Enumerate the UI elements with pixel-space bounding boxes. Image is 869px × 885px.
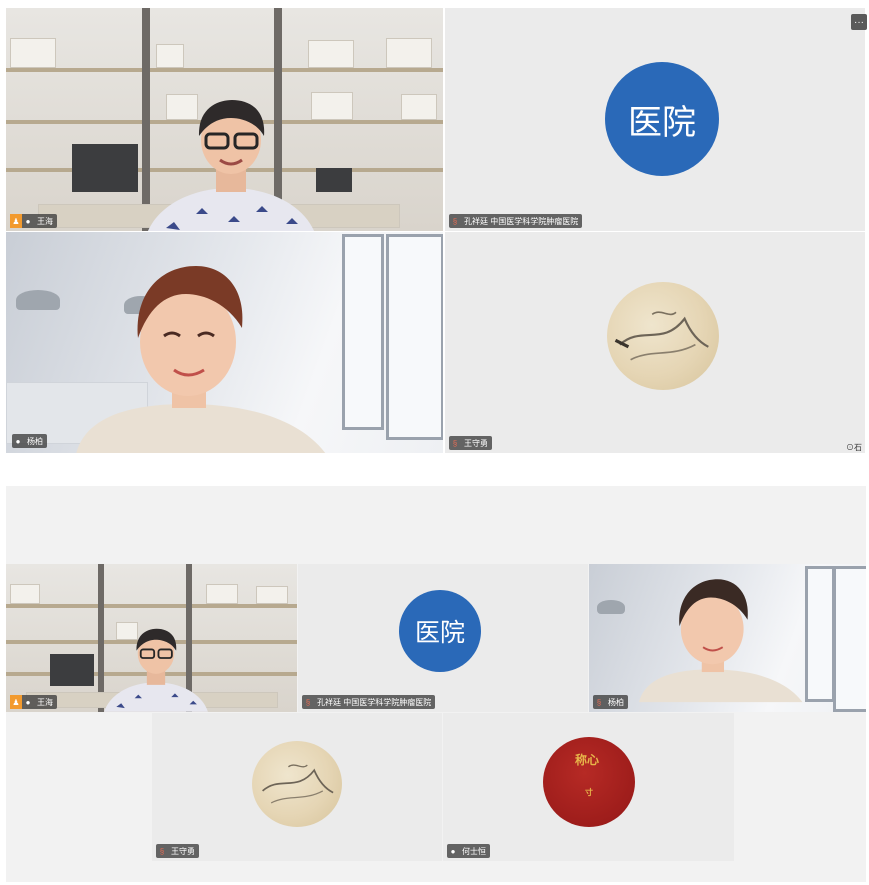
avatar-painting xyxy=(607,282,719,390)
video-tile-hospital[interactable]: 医院 § 孔祥廷 中国医学科学院肿瘤医院 xyxy=(298,564,588,712)
more-options-icon[interactable]: ··· xyxy=(851,14,867,30)
video-tile-wang-shouyong[interactable]: § 王守勇 xyxy=(445,232,865,453)
person-video xyxy=(76,266,326,453)
person-video xyxy=(148,100,314,231)
participant-name-tag: § 孔祥廷 中国医学科学院肿瘤医院 xyxy=(302,695,436,709)
video-tile-wang-hai[interactable]: ♟ ● 王海 xyxy=(6,564,297,712)
participant-name-tag: ● 何士恒 xyxy=(447,844,490,858)
microphone-icon: ● xyxy=(450,846,456,856)
avatar-red: 称心 寸 xyxy=(543,737,635,827)
microphone-icon: ● xyxy=(25,216,31,226)
participant-name-tag: ● 杨柏 xyxy=(12,434,47,448)
hospital-logo: 医院 xyxy=(399,590,481,672)
participant-name-tag: ♟ ● 王海 xyxy=(10,214,57,228)
participant-name: 王海 xyxy=(37,216,53,226)
participant-name-tag: § 杨柏 xyxy=(593,695,628,709)
participant-name: 何士恒 xyxy=(462,846,486,856)
participant-name-tag: § 王守勇 xyxy=(156,844,199,858)
video-tile-hospital[interactable]: 医院 § 孔祥廷 中国医学科学院肿瘤医院 xyxy=(445,8,865,231)
logo-text: 医院 xyxy=(628,102,696,143)
participant-name: 杨柏 xyxy=(608,697,624,707)
participant-name-tag: ♟ ● 王海 xyxy=(10,695,57,709)
host-icon: ♟ xyxy=(10,695,22,709)
participant-name: 杨柏 xyxy=(27,436,43,446)
hospital-logo: 医院 xyxy=(605,62,719,176)
participant-name-tag: § 孔祥廷 中国医学科学院肿瘤医院 xyxy=(449,214,583,228)
person-video xyxy=(639,579,803,703)
microphone-icon: ● xyxy=(25,697,31,707)
video-tile-wang-hai[interactable]: ♟ ● 王海 xyxy=(6,8,443,231)
participant-name: 王守勇 xyxy=(171,846,195,856)
corner-indicator: ⊙石 xyxy=(846,443,862,452)
video-tile-wang-shouyong[interactable]: § 王守勇 xyxy=(152,713,442,861)
avatar-title: 称心 xyxy=(575,753,600,767)
person-video xyxy=(104,628,208,712)
participant-name: 王海 xyxy=(37,697,53,707)
speaker-badge-icon: § xyxy=(452,438,458,448)
logo-text: 医院 xyxy=(414,618,465,647)
speaker-badge-icon: § xyxy=(305,697,311,707)
speaker-badge-icon: § xyxy=(596,697,602,707)
participant-name: 王守勇 xyxy=(464,438,488,448)
video-tile-yang-bai[interactable]: § 杨柏 xyxy=(589,564,866,712)
participant-name: 孔祥廷 中国医学科学院肿瘤医院 xyxy=(464,216,579,226)
participant-name: 孔祥廷 中国医学科学院肿瘤医院 xyxy=(317,697,432,707)
speaker-badge-icon: § xyxy=(452,216,458,226)
microphone-icon: ● xyxy=(15,436,21,446)
video-tile-he-shiheng[interactable]: 称心 寸 ● 何士恒 xyxy=(443,713,734,861)
video-tile-yang-bai[interactable]: ● 杨柏 xyxy=(6,232,443,453)
participant-name-tag: § 王守勇 xyxy=(449,436,492,450)
speaker-badge-icon: § xyxy=(159,846,165,856)
avatar-subtext: 寸 xyxy=(585,787,593,797)
host-icon: ♟ xyxy=(10,214,22,228)
avatar-painting xyxy=(252,741,342,827)
